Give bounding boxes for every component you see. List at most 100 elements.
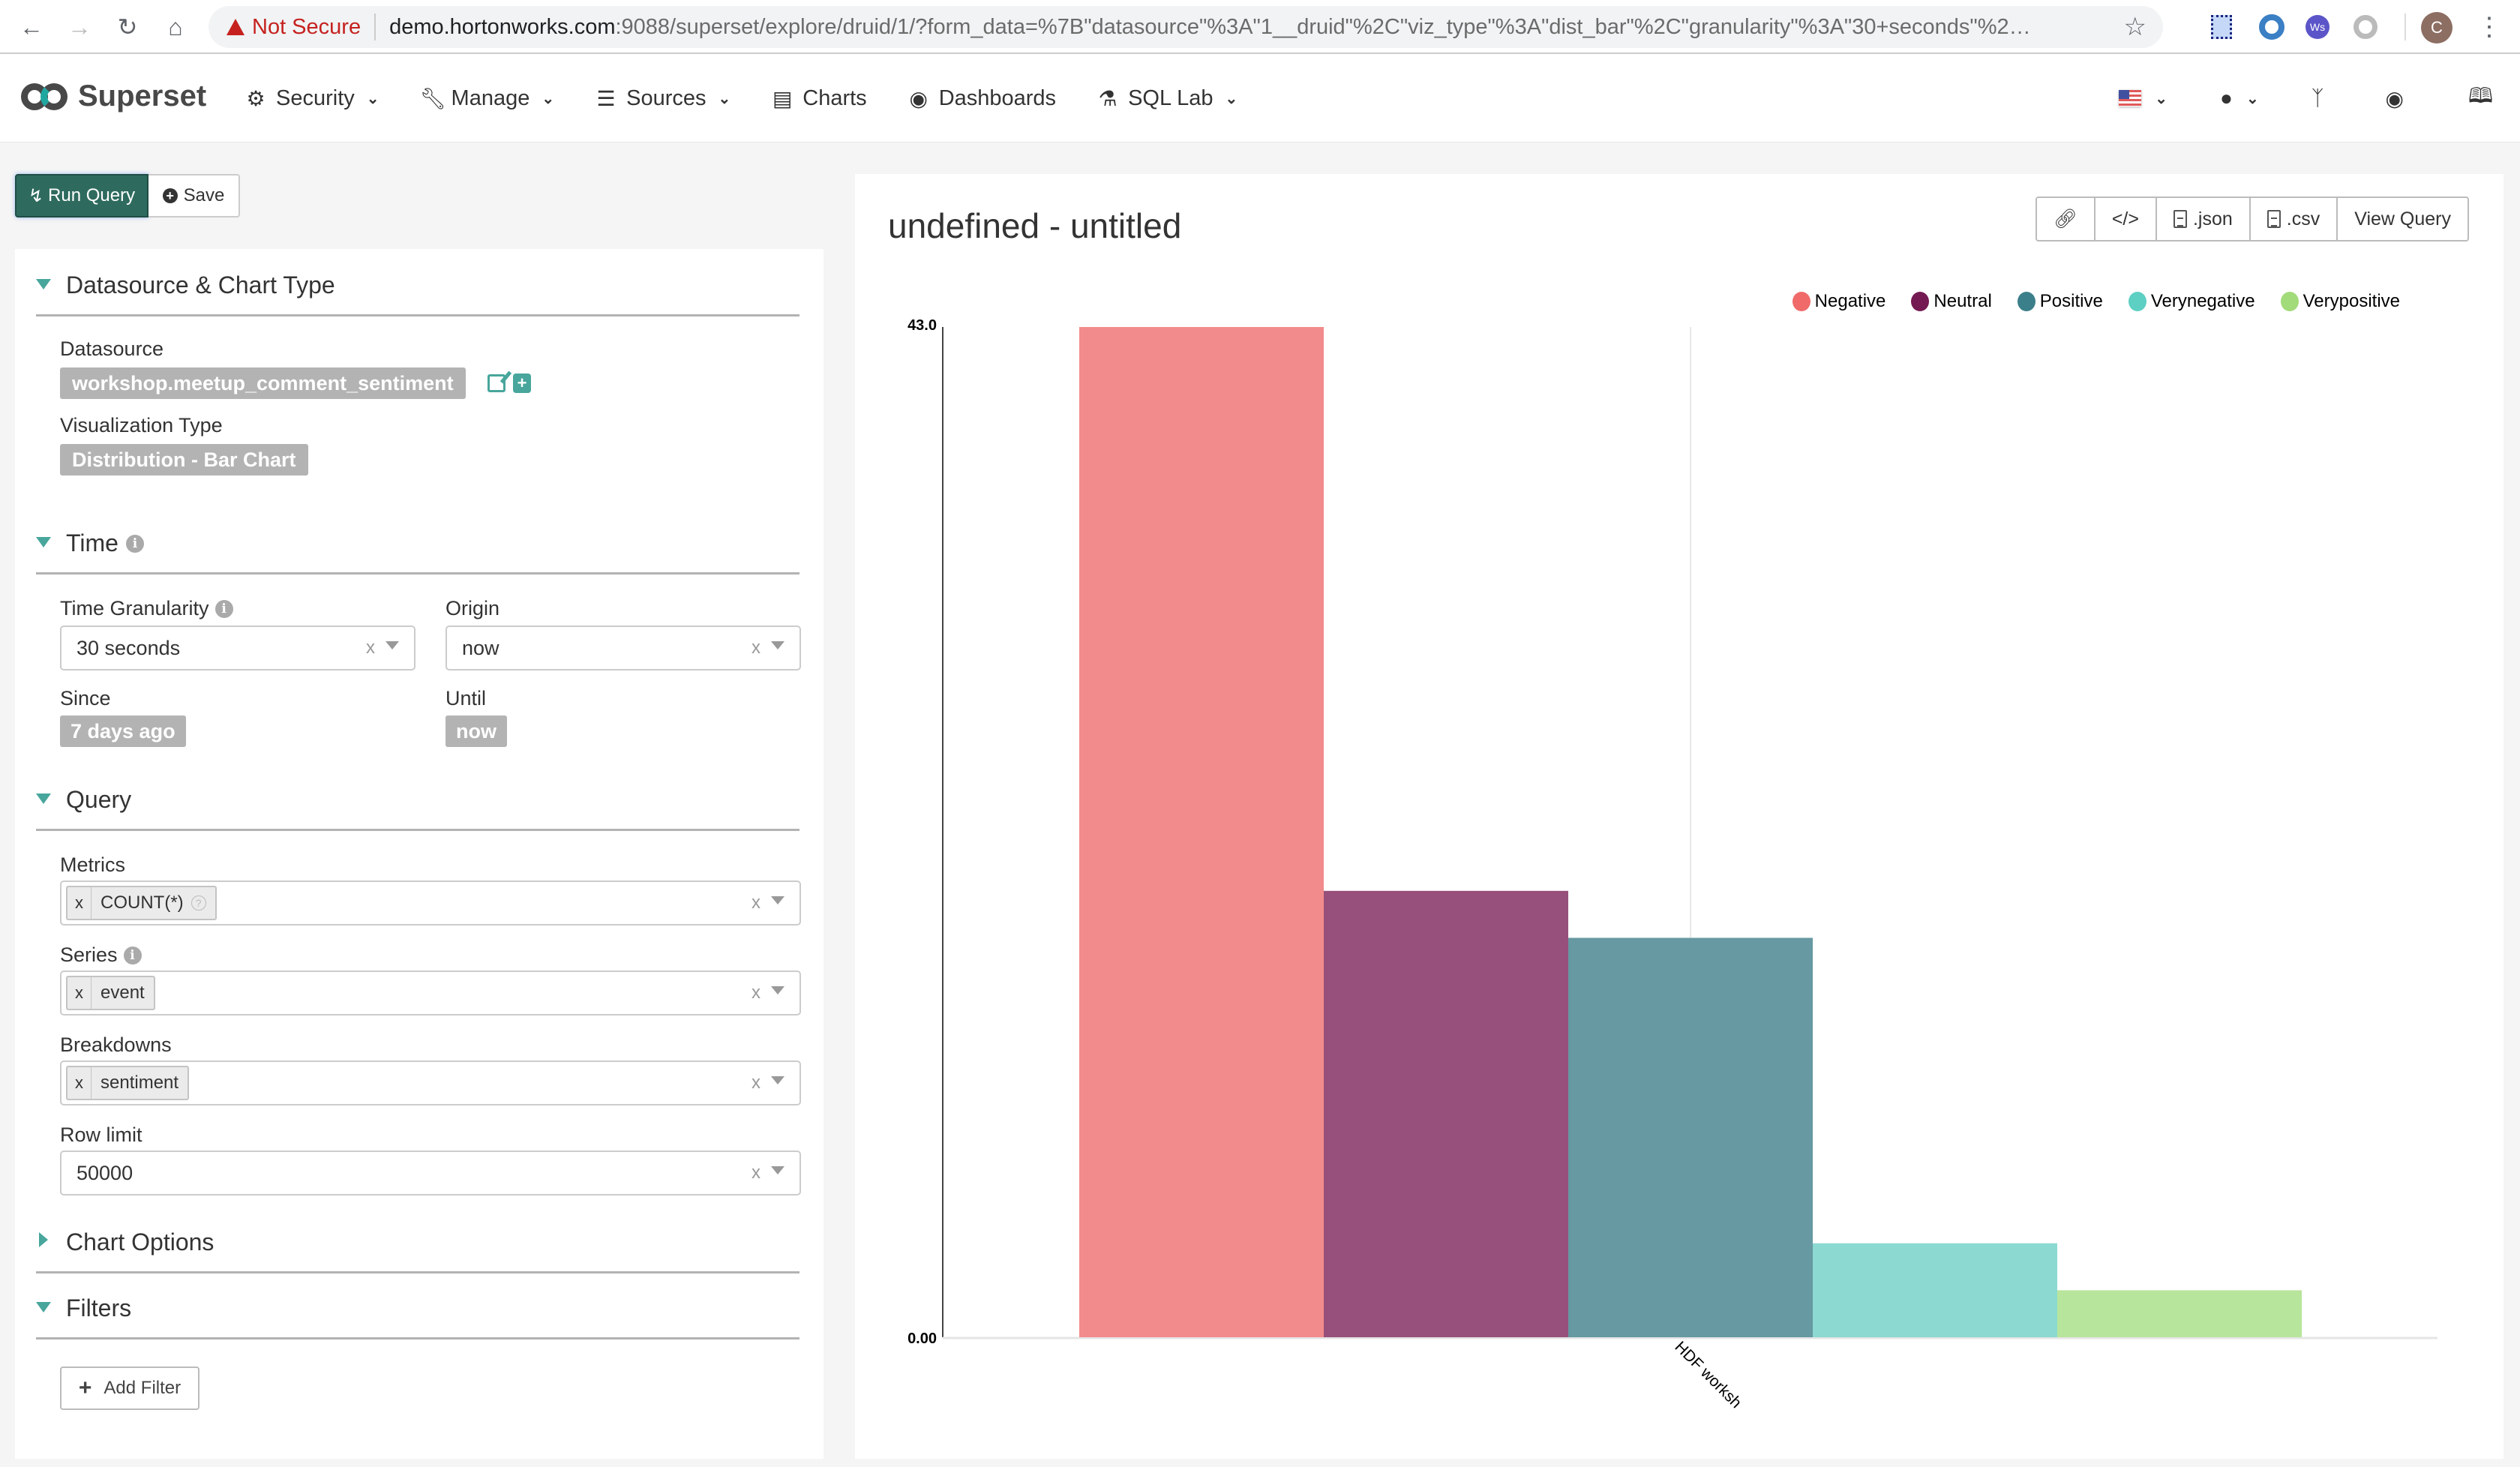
brand-link[interactable]: Superset — [21, 80, 206, 113]
save-button[interactable]: + Save — [148, 174, 240, 218]
nav-item-security[interactable]: ⚙ Security ⌄ — [244, 86, 380, 111]
edit-datasource-icon[interactable] — [488, 374, 506, 392]
forward-icon[interactable]: → — [57, 4, 102, 50]
info-icon[interactable]: i — [125, 534, 144, 553]
nav-item-sources[interactable]: ☰ Sources ⌄ — [595, 86, 731, 111]
plus-icon: + — [78, 1376, 92, 1400]
dropdown-arrow-icon[interactable] — [771, 640, 784, 650]
us-flag-icon — [2119, 90, 2142, 106]
viz-type-value[interactable]: Distribution - Bar Chart — [60, 444, 308, 476]
select-value: now — [462, 636, 500, 659]
section-title-text: Chart Options — [66, 1228, 214, 1256]
remove-chip-icon[interactable]: x — [68, 1067, 92, 1099]
nav-item-sql-lab[interactable]: ⚗ SQL Lab ⌄ — [1096, 86, 1238, 111]
origin-select[interactable]: now x — [446, 626, 801, 670]
time-granularity-label: Time Granularity i — [60, 597, 233, 620]
until-value[interactable]: now — [446, 716, 507, 747]
bar-negative[interactable] — [1079, 327, 1324, 1337]
datasource-label: Datasource — [60, 338, 164, 361]
since-value[interactable]: 7 days ago — [60, 716, 186, 747]
github-link[interactable]: ◉ — [2386, 86, 2404, 111]
security-indicator[interactable]: Not Secure — [226, 15, 361, 40]
section-time[interactable]: Time i — [36, 507, 800, 574]
info-icon[interactable]: i — [123, 946, 142, 964]
section-title: Chart Options — [66, 1228, 214, 1256]
reload-icon[interactable]: ↻ — [105, 4, 150, 50]
browser-toolbar: ← → ↻ ⌂ Not Secure demo.hortonworks.com … — [0, 0, 2520, 54]
row-limit-select[interactable]: 50000 x — [60, 1150, 801, 1196]
code-fork-icon: ᛉ — [2311, 86, 2324, 110]
dropdown-arrow-icon[interactable] — [771, 896, 784, 904]
bar-verynegative[interactable] — [1813, 1243, 2057, 1337]
label-text: Origin — [446, 597, 500, 620]
breakdowns-select[interactable]: x sentiment x — [60, 1060, 801, 1106]
screenshot-extension-icon[interactable] — [2211, 15, 2232, 39]
info-icon[interactable]: i — [214, 599, 233, 618]
add-filter-button[interactable]: + Add Filter — [60, 1366, 200, 1410]
clear-icon[interactable]: x — [752, 1162, 760, 1184]
address-bar[interactable]: Not Secure demo.hortonworks.com :9088/su… — [208, 6, 2163, 48]
docs-link[interactable]: 🕮︎ — [2468, 80, 2493, 116]
home-icon[interactable]: ⌂ — [153, 4, 198, 50]
section-datasource-chart-type[interactable]: Datasource & Chart Type — [36, 249, 800, 316]
clear-icon[interactable]: x — [752, 892, 760, 914]
url-host: demo.hortonworks.com — [389, 14, 616, 39]
bar-positive[interactable] — [1568, 938, 1813, 1337]
nav-item-dashboards[interactable]: ◉ Dashboards — [908, 86, 1056, 111]
dropdown-arrow-icon[interactable] — [771, 1076, 784, 1084]
ring-extension-icon[interactable] — [2259, 14, 2284, 40]
nav-item-charts[interactable]: ▤ Charts — [771, 86, 867, 111]
caret-down-icon — [36, 537, 51, 548]
bar-neutral[interactable] — [1324, 890, 1568, 1337]
browser-menu-icon[interactable]: ⋮ — [2476, 14, 2502, 40]
run-query-button[interactable]: ↯ Run Query — [15, 174, 148, 218]
series-select[interactable]: x event x — [60, 970, 801, 1016]
nav-item-label: Dashboards — [938, 86, 1057, 110]
breakdowns-label: Breakdowns — [60, 1034, 172, 1057]
dropdown-arrow-icon[interactable] — [771, 986, 784, 994]
profile-avatar[interactable]: C — [2421, 12, 2452, 44]
section-filters[interactable]: Filters — [36, 1272, 800, 1340]
clear-icon[interactable]: x — [752, 1072, 760, 1094]
datasource-value[interactable]: workshop.meetup_comment_sentiment — [60, 368, 466, 399]
ws-extension-icon[interactable]: Ws — [2306, 15, 2330, 39]
bookmark-star-icon[interactable]: ☆ — [2124, 12, 2146, 42]
dropdown-arrow-icon[interactable] — [771, 1166, 784, 1174]
security-label: Not Secure — [252, 14, 362, 39]
grey-extension-icon[interactable] — [2354, 15, 2378, 39]
nav-menu: ⚙ Security ⌄ 🔧︎ Manage ⌄ ☰ Sources ⌄ ▤ C… — [244, 54, 1278, 142]
flask-icon: ⚗ — [1098, 86, 1118, 110]
back-icon[interactable]: ← — [9, 4, 54, 50]
section-title-text: Filters — [66, 1294, 132, 1322]
user-icon: ● — [2220, 86, 2233, 110]
bars — [1079, 327, 2302, 1337]
clear-icon[interactable]: x — [752, 982, 760, 1004]
section-title-text: Datasource & Chart Type — [66, 272, 335, 298]
chevron-down-icon: ⌄ — [2155, 90, 2168, 107]
chip-text: COUNT(*) — [100, 892, 184, 913]
remove-chip-icon[interactable]: x — [68, 887, 92, 919]
chevron-down-icon: ⌄ — [366, 90, 380, 107]
datasource-actions: + — [488, 374, 531, 393]
bar-verypositive[interactable] — [2057, 1290, 2302, 1337]
section-title: Query — [66, 786, 131, 814]
nav-item-label: Sources — [626, 86, 706, 110]
section-chart-options[interactable]: Chart Options — [36, 1206, 800, 1274]
remove-chip-icon[interactable]: x — [68, 977, 92, 1009]
nav-item-manage[interactable]: 🔧︎ Manage ⌄ — [420, 86, 555, 111]
user-menu[interactable]: ● ⌄ — [2220, 86, 2259, 110]
clear-icon[interactable]: x — [366, 638, 375, 658]
label-text: Metrics — [60, 854, 125, 876]
time-granularity-select[interactable]: 30 seconds x — [60, 626, 416, 670]
add-datasource-icon[interactable]: + — [513, 374, 531, 393]
section-query[interactable]: Query — [36, 764, 800, 831]
metrics-select[interactable]: x COUNT(*)? x — [60, 880, 801, 926]
chip-label: COUNT(*)? — [92, 892, 215, 914]
toolbar-divider — [2404, 14, 2406, 40]
language-menu[interactable]: ⌄ — [2119, 89, 2168, 108]
version-link[interactable]: ᛉ — [2312, 86, 2324, 110]
chart-panel: undefined - untitled 5 rows 00:00:00.13 … — [855, 174, 2504, 1459]
question-icon[interactable]: ? — [190, 896, 206, 910]
dropdown-arrow-icon[interactable] — [386, 640, 399, 650]
clear-icon[interactable]: x — [752, 638, 760, 658]
